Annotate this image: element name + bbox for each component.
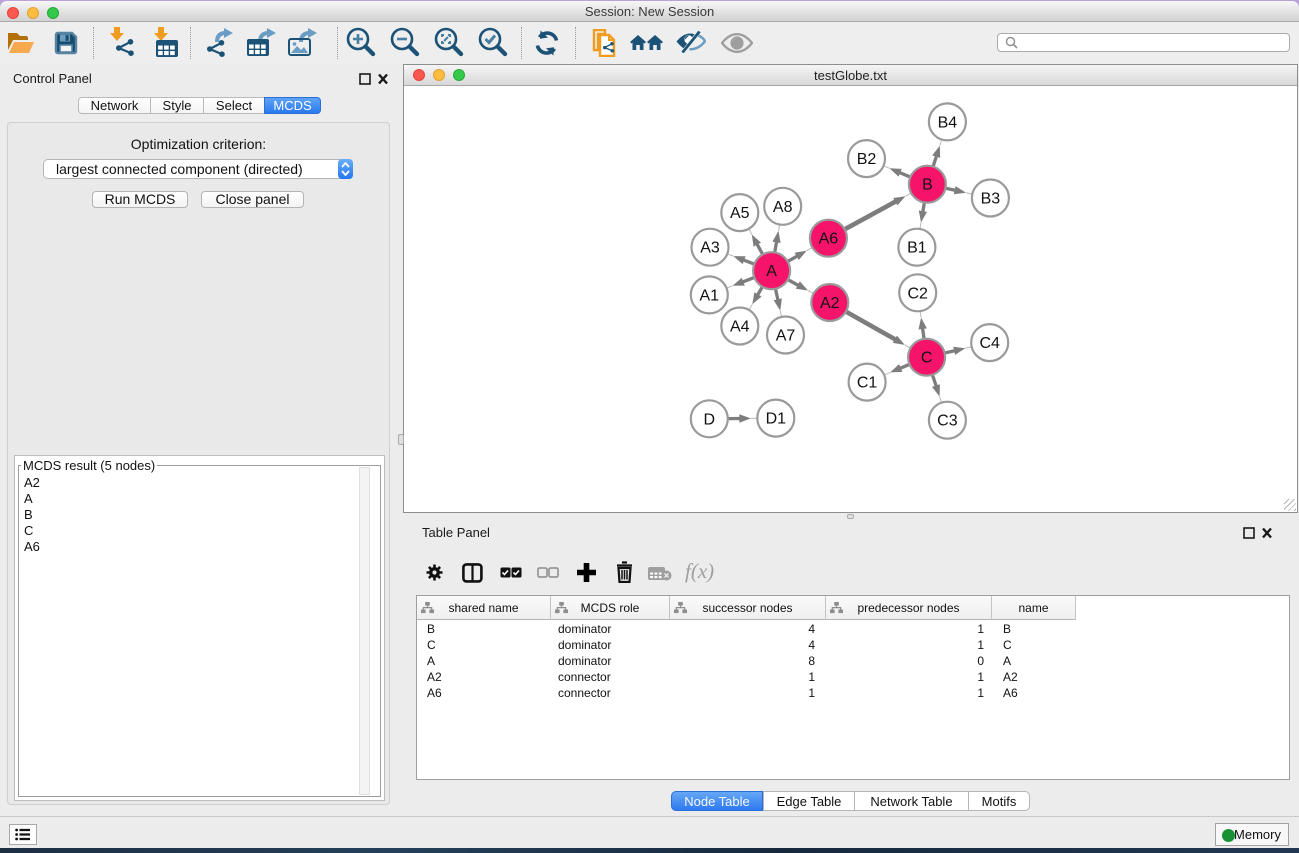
svg-text:A3: A3 [700, 240, 720, 257]
svg-text:D1: D1 [766, 411, 787, 428]
svg-text:A7: A7 [776, 328, 796, 345]
svg-text:B: B [922, 177, 933, 194]
svg-text:A2: A2 [820, 295, 840, 312]
svg-text:C3: C3 [937, 413, 958, 430]
svg-text:C1: C1 [857, 375, 878, 392]
svg-text:B2: B2 [857, 151, 877, 168]
svg-text:A8: A8 [773, 199, 793, 216]
svg-text:A5: A5 [730, 205, 750, 222]
svg-text:D: D [704, 411, 716, 428]
svg-text:B3: B3 [981, 191, 1001, 208]
svg-text:A6: A6 [819, 231, 839, 248]
svg-text:C: C [921, 350, 933, 367]
svg-text:B4: B4 [938, 114, 958, 131]
svg-text:C4: C4 [979, 335, 1000, 352]
svg-text:A: A [766, 263, 777, 280]
svg-text:A4: A4 [730, 319, 750, 336]
svg-text:A1: A1 [700, 287, 720, 304]
svg-text:B1: B1 [907, 240, 927, 257]
svg-text:C2: C2 [907, 285, 928, 302]
